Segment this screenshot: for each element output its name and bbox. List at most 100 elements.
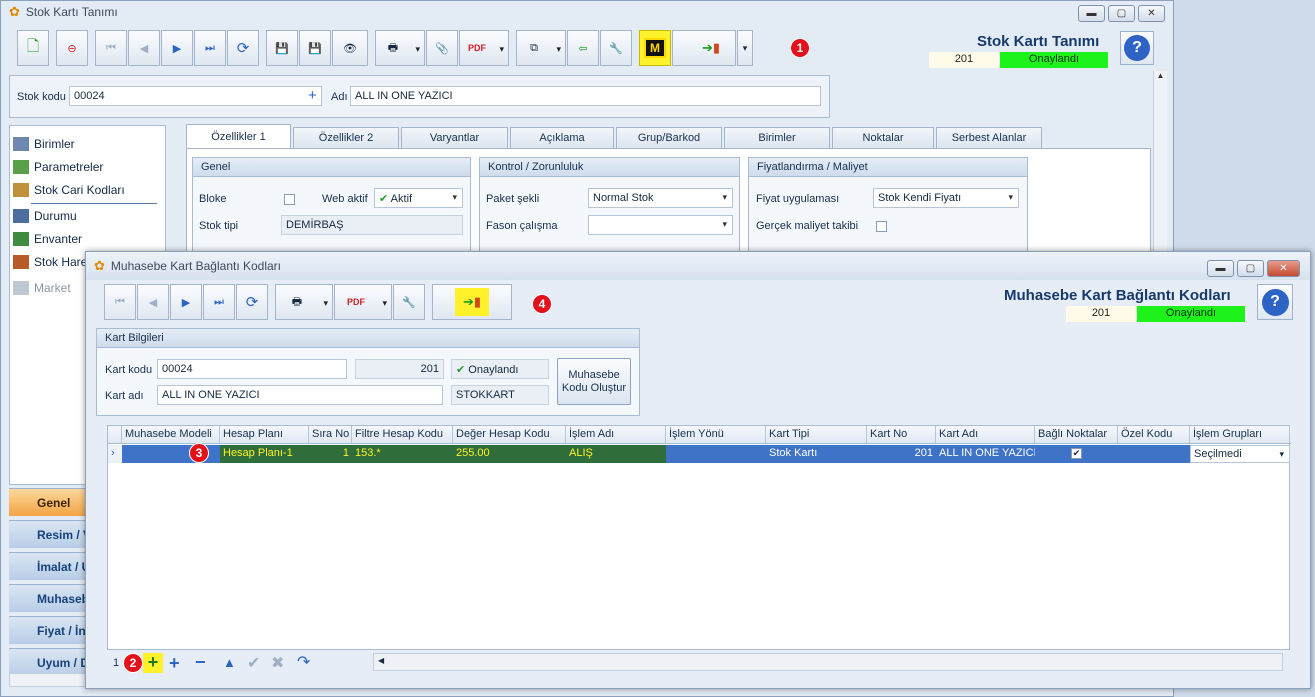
add-row-button[interactable]: + bbox=[143, 653, 163, 673]
col-hesap-plani[interactable]: Hesap Planı bbox=[220, 426, 309, 443]
copy-button[interactable]: ⧉ bbox=[516, 30, 566, 66]
nav-item-market[interactable]: Market bbox=[13, 281, 71, 295]
dialog-prev-button[interactable]: ◀ bbox=[137, 284, 169, 320]
paket-sekli-select[interactable]: Normal Stok bbox=[588, 188, 733, 208]
cell-islem-gruplari[interactable]: Seçilmedi ▾ bbox=[1190, 445, 1290, 463]
exit-button[interactable]: ➔▮ bbox=[672, 30, 736, 66]
fason-calisma-select[interactable] bbox=[588, 215, 733, 235]
stock-code-input[interactable]: 00024 bbox=[69, 86, 322, 106]
dialog-pdf-button[interactable]: PDF bbox=[334, 284, 392, 320]
attach-button[interactable]: 📎 bbox=[426, 30, 458, 66]
nav-item-birimler[interactable]: Birimler bbox=[13, 137, 75, 151]
print-button[interactable]: 🖶 bbox=[375, 30, 425, 66]
col-kart-no[interactable]: Kart No bbox=[867, 426, 936, 443]
dialog-minimize-button[interactable]: ▬ bbox=[1207, 260, 1234, 277]
col-filtre-hesap-kodu[interactable]: Filtre Hesap Kodu bbox=[352, 426, 453, 443]
nav-item-parametreler[interactable]: Parametreler bbox=[13, 160, 103, 174]
web-aktif-select[interactable]: ✔ Aktif bbox=[374, 188, 463, 208]
side-button-genel[interactable]: Genel bbox=[9, 488, 89, 516]
stock-name-input[interactable]: ALL IN ONE YAZICI bbox=[350, 86, 821, 106]
col-muhasebe-modeli[interactable]: Muhasebe Modeli bbox=[122, 426, 220, 443]
cancel-edit-button[interactable]: ✖ bbox=[271, 653, 284, 673]
maximize-button[interactable]: ▢ bbox=[1108, 5, 1135, 22]
insert-row-button[interactable]: + bbox=[169, 653, 180, 674]
gercek-maliyet-checkbox[interactable] bbox=[876, 221, 887, 232]
minimize-button[interactable]: ▬ bbox=[1078, 5, 1105, 22]
col-bagli-noktalar[interactable]: Bağlı Noktalar bbox=[1035, 426, 1118, 443]
help-button[interactable]: ? bbox=[1120, 31, 1154, 65]
tab-ozellikler-2[interactable]: Özellikler 2 bbox=[293, 127, 399, 148]
col-islem-gruplari[interactable]: İşlem Grupları bbox=[1190, 426, 1290, 443]
tab-grup-barkod[interactable]: Grup/Barkod bbox=[616, 127, 722, 148]
toolbar-overflow-button[interactable]: ▾ bbox=[737, 30, 753, 66]
settings-button[interactable]: 🔧 bbox=[600, 30, 632, 66]
cell-hesap-plani[interactable]: Hesap Planı-1 bbox=[220, 445, 309, 463]
last-record-button[interactable]: ⏭ bbox=[194, 30, 226, 66]
nav-item-stok-hareketleri[interactable]: Stok Hare bbox=[13, 255, 87, 269]
new-record-button[interactable]: 🗋 bbox=[17, 30, 49, 66]
nav-item-durumu[interactable]: Durumu bbox=[13, 209, 77, 223]
col-islem-adi[interactable]: İşlem Adı bbox=[566, 426, 666, 443]
main-hscroll[interactable] bbox=[9, 673, 87, 687]
import-button[interactable]: ⇦ bbox=[567, 30, 599, 66]
side-button-resim[interactable]: Resim / V bbox=[9, 520, 89, 548]
kart-adi-input[interactable]: ALL IN ONE YAZICI bbox=[157, 385, 443, 405]
stok-tipi-input[interactable]: DEMİRBAŞ bbox=[281, 215, 463, 235]
dialog-maximize-button[interactable]: ▢ bbox=[1237, 260, 1264, 277]
col-sira-no[interactable]: Sıra No bbox=[309, 426, 352, 443]
next-record-button[interactable]: ▶ bbox=[161, 30, 193, 66]
dialog-settings-button[interactable]: 🔧 bbox=[393, 284, 425, 320]
cell-islem-yonu[interactable] bbox=[666, 445, 766, 463]
move-up-button[interactable]: ▲ bbox=[223, 655, 236, 670]
bloke-checkbox[interactable] bbox=[284, 194, 295, 205]
accounting-button[interactable]: M bbox=[639, 30, 671, 66]
plus-icon[interactable]: + bbox=[308, 87, 317, 104]
dialog-exit-button[interactable]: ➔▮ bbox=[432, 284, 512, 320]
redo-button[interactable]: ↷ bbox=[297, 652, 310, 672]
col-deger-hesap-kodu[interactable]: Değer Hesap Kodu bbox=[453, 426, 566, 443]
dialog-last-button[interactable]: ⏭ bbox=[203, 284, 235, 320]
side-button-muhasebe[interactable]: Muhasebe bbox=[9, 584, 89, 612]
col-islem-yonu[interactable]: İşlem Yönü bbox=[666, 426, 766, 443]
refresh-button[interactable]: ⟳ bbox=[227, 30, 259, 66]
cell-sira-no[interactable]: 1 bbox=[309, 445, 352, 463]
confirm-button[interactable]: ✔ bbox=[247, 653, 260, 673]
cell-kart-tipi[interactable]: Stok Kartı bbox=[766, 445, 867, 463]
fiyat-uygulamasi-select[interactable]: Stok Kendi Fiyatı bbox=[873, 188, 1019, 208]
prev-record-button[interactable]: ◀ bbox=[128, 30, 160, 66]
save-cancel-button[interactable]: 💾 bbox=[299, 30, 331, 66]
col-kart-adi[interactable]: Kart Adı bbox=[936, 426, 1035, 443]
kart-kodu-input[interactable]: 00024 bbox=[157, 359, 347, 379]
tab-serbest-alanlar[interactable]: Serbest Alanlar bbox=[936, 127, 1042, 148]
dialog-close-button[interactable]: ✕ bbox=[1267, 260, 1300, 277]
muhasebe-kodu-olustur-button[interactable]: Muhasebe Kodu Oluştur bbox=[557, 358, 631, 405]
cell-deger-hesap-kodu[interactable]: 255.00 bbox=[453, 445, 566, 463]
delete-row-button[interactable]: − bbox=[195, 652, 206, 673]
dialog-next-button[interactable]: ▶ bbox=[170, 284, 202, 320]
cell-kart-adi[interactable]: ALL IN ONE YAZICI bbox=[936, 445, 1035, 463]
delete-record-button[interactable]: ⊖ bbox=[56, 30, 88, 66]
cell-kart-no[interactable]: 201 bbox=[867, 445, 936, 463]
main-scrollbar[interactable]: ▲ bbox=[1153, 71, 1167, 261]
col-ozel-kodu[interactable]: Özel Kodu bbox=[1118, 426, 1190, 443]
dialog-help-button[interactable]: ? bbox=[1257, 284, 1293, 320]
preview-button[interactable]: 👁 bbox=[332, 30, 368, 66]
table-row[interactable]: › Hesap Planı-1 1 153.* 255.00 ALIŞ Stok… bbox=[108, 445, 1291, 463]
cell-filtre-hesap-kodu[interactable]: 153.* bbox=[352, 445, 453, 463]
bagli-noktalar-checkbox[interactable]: ✔ bbox=[1071, 447, 1082, 459]
tab-ozellikler-1[interactable]: Özellikler 1 bbox=[186, 124, 291, 148]
col-kart-tipi[interactable]: Kart Tipi bbox=[766, 426, 867, 443]
cell-ozel-kodu[interactable] bbox=[1118, 445, 1190, 463]
nav-item-envanter[interactable]: Envanter bbox=[13, 232, 82, 246]
pdf-export-button[interactable]: PDF bbox=[459, 30, 509, 66]
cell-bagli-noktalar[interactable]: ✔ bbox=[1035, 445, 1118, 463]
tab-aciklama[interactable]: Açıklama bbox=[510, 127, 614, 148]
dialog-refresh-button[interactable]: ⟳ bbox=[236, 284, 268, 320]
tab-noktalar[interactable]: Noktalar bbox=[832, 127, 934, 148]
nav-item-stok-cari-kodlari[interactable]: Stok Cari Kodları bbox=[13, 183, 125, 197]
first-record-button[interactable]: ⏮ bbox=[95, 30, 127, 66]
dialog-print-button[interactable]: 🖶 bbox=[275, 284, 333, 320]
save-button[interactable]: 💾 bbox=[266, 30, 298, 66]
side-button-fiyat[interactable]: Fiyat / İn bbox=[9, 616, 89, 644]
close-button[interactable]: ✕ bbox=[1138, 5, 1165, 22]
